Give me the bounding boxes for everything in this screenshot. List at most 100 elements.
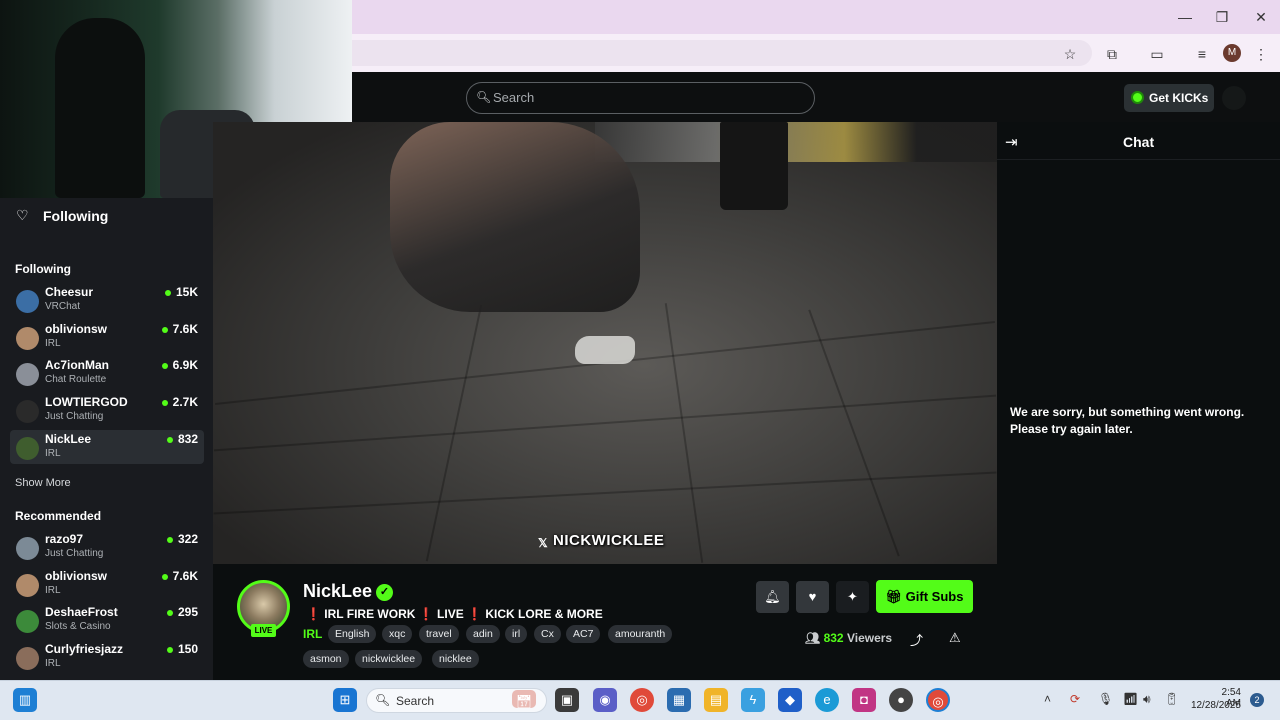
live-dot-icon xyxy=(166,646,173,653)
channel-viewer-count: 6.9K xyxy=(161,358,198,372)
app-lightning-icon[interactable]: ϟ xyxy=(741,688,765,712)
search-icon: 🔍︎ xyxy=(476,90,492,104)
tag-adin[interactable]: adin xyxy=(466,625,500,643)
channel-name: LOWTIERGOD xyxy=(45,395,128,410)
channel-viewer-number: 7.6K xyxy=(172,321,198,336)
stream-title-part: KICK LORE & MORE xyxy=(485,607,603,621)
channel-viewer-number: 2.7K xyxy=(172,395,198,410)
gift-subs-button[interactable]: 🎁︎ Gift Subs xyxy=(876,580,973,613)
x-logo-icon: 𝕏 xyxy=(538,536,548,550)
tag-travel[interactable]: travel xyxy=(419,625,459,643)
follow-button[interactable]: ♥ xyxy=(796,581,829,613)
tag-asmon[interactable]: asmon xyxy=(303,650,349,668)
exclamation-icon: ❗ xyxy=(467,607,483,621)
chat-title: Chat xyxy=(1123,134,1155,150)
channel-name: oblivionsw xyxy=(45,321,108,336)
channel-name: DeshaeFrost xyxy=(45,605,118,620)
minimize-button[interactable]: — xyxy=(1171,6,1199,28)
clock-date[interactable]: 12/28/2025 xyxy=(1187,700,1241,711)
sidebar-channel-following[interactable]: oblivionsw IRL 7.6K xyxy=(10,320,204,354)
instagram-icon[interactable]: ◘ xyxy=(852,688,876,712)
user-avatar[interactable] xyxy=(1222,86,1246,110)
address-bar[interactable] xyxy=(352,40,1092,66)
channel-avatar xyxy=(16,326,39,350)
calendar-widget-icon[interactable]: 📅︎ xyxy=(512,690,536,709)
channel-name: razo97 xyxy=(45,532,84,546)
media-control-icon[interactable]: ≡ xyxy=(1191,43,1213,65)
edge-icon[interactable]: e xyxy=(815,688,839,712)
channel-viewer-count: 150 xyxy=(166,642,198,656)
chrome-profile-icon[interactable]: ◎ xyxy=(926,688,950,712)
cast-icon[interactable]: ▭ xyxy=(1146,43,1168,65)
viewer-count: 👥︎ 832 Viewers xyxy=(805,631,892,645)
start-icon[interactable]: ⊞ xyxy=(333,688,357,712)
channel-avatar xyxy=(16,436,39,460)
tag-ac7[interactable]: AC7 xyxy=(566,625,601,643)
heart-icon: ♡ xyxy=(16,207,29,223)
sidebar-channel-following[interactable]: Cheesur VRChat 15K xyxy=(10,283,204,317)
exclamation-icon: ❗ xyxy=(418,607,434,621)
streamer-name[interactable]: NickLee xyxy=(303,581,372,602)
browser-profile-avatar[interactable]: M xyxy=(1223,44,1241,62)
notifications-button[interactable]: 🔔︎ xyxy=(756,581,789,613)
sidebar-channel-recommended[interactable]: Curlyfriesjazz IRL 150 xyxy=(10,640,204,674)
channel-avatar xyxy=(16,610,39,634)
tray-chevron-icon[interactable]: ˄ xyxy=(1044,692,1051,706)
collapse-chat-icon[interactable]: ⇥ xyxy=(1005,133,1018,151)
file-explorer-icon[interactable]: ▤ xyxy=(704,688,728,712)
browser-tab-strip xyxy=(352,0,1280,34)
channel-viewer-count: 7.6K xyxy=(161,321,198,336)
video-person xyxy=(390,122,640,312)
sidebar-channel-recommended[interactable]: oblivionsw IRL 7.6K xyxy=(10,567,204,601)
tag-cx[interactable]: Cx xyxy=(534,625,561,643)
sidebar-channel-following[interactable]: NickLee IRL 832 xyxy=(10,429,204,464)
channel-viewer-number: 295 xyxy=(177,605,198,620)
sidebar-channel-recommended[interactable]: DeshaeFrost Slots & Casino 295 xyxy=(10,603,204,637)
chrome-icon[interactable]: ◎ xyxy=(630,688,654,712)
volume-icon[interactable]: 🔊︎ xyxy=(1143,692,1151,707)
verified-icon: ✓ xyxy=(376,584,393,601)
channel-viewer-number: 322 xyxy=(177,532,198,546)
share-icon[interactable]: ⤴ xyxy=(910,630,923,649)
video-trash-bin xyxy=(720,122,788,210)
bookmark-star-icon[interactable]: ☆ xyxy=(1059,43,1081,65)
channel-viewer-count: 2.7K xyxy=(161,395,198,410)
tag-nickwicklee[interactable]: nickwicklee xyxy=(355,650,423,668)
show-more-link[interactable]: Show More xyxy=(15,477,71,489)
tray-sync-icon[interactable]: ⟳ xyxy=(1070,692,1080,706)
sidebar-header-title[interactable]: Following xyxy=(43,208,108,224)
chat-app-icon[interactable]: ◉ xyxy=(593,688,617,712)
tag-xqc[interactable]: xqc xyxy=(382,625,413,643)
tag-english[interactable]: English xyxy=(328,625,377,643)
battery-icon[interactable]: 🔋︎ xyxy=(1164,692,1179,706)
extensions-icon[interactable]: ⧉ xyxy=(1101,43,1123,65)
sparkle-button[interactable]: ✦ xyxy=(836,581,869,613)
widgets-icon[interactable]: ▥ xyxy=(13,688,37,712)
browser-menu-icon[interactable]: ⋮ xyxy=(1250,43,1272,65)
channel-avatar xyxy=(16,363,39,387)
dropbox-icon[interactable]: ◆ xyxy=(778,688,802,712)
taskbar-search-icon: 🔍︎ xyxy=(375,693,391,707)
tag-amouranth[interactable]: amouranth xyxy=(608,625,673,643)
close-button[interactable]: ✕ xyxy=(1247,6,1275,28)
store-icon[interactable]: ▦ xyxy=(667,688,691,712)
microphone-icon[interactable]: 🎙︎ xyxy=(1098,692,1113,706)
channel-category: IRL xyxy=(45,658,61,670)
exclamation-icon: ❗ xyxy=(306,607,321,621)
channel-avatar xyxy=(16,290,39,313)
channel-viewer-count: 322 xyxy=(166,532,198,546)
task-view-icon[interactable]: ▣ xyxy=(555,688,579,712)
notification-badge[interactable]: 2 xyxy=(1250,693,1264,707)
report-icon[interactable]: ⚠ xyxy=(949,630,961,646)
restore-button[interactable]: ❐ xyxy=(1208,6,1236,28)
stream-category-link[interactable]: IRL xyxy=(303,627,322,641)
channel-viewer-number: 15K xyxy=(175,285,198,299)
wifi-icon[interactable]: 📶︎ xyxy=(1123,692,1138,706)
tag-irl[interactable]: irl xyxy=(505,625,528,643)
sidebar-channel-following[interactable]: LOWTIERGOD Just Chatting 2.7K xyxy=(10,393,204,427)
sidebar-channel-following[interactable]: Ac7ionMan Chat Roulette 6.9K xyxy=(10,356,204,390)
live-dot-icon xyxy=(166,610,173,617)
app-recorder-icon[interactable]: ● xyxy=(889,688,913,712)
tag-nicklee[interactable]: nicklee xyxy=(432,650,479,668)
sidebar-channel-recommended[interactable]: razo97 Just Chatting 322 xyxy=(10,530,204,564)
